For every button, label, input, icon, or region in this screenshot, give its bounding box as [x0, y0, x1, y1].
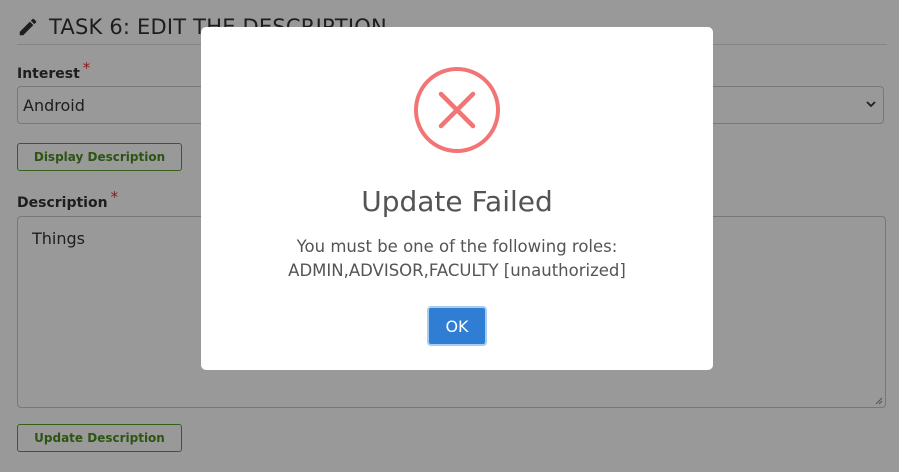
ok-button-label: OK: [445, 316, 469, 336]
page: TASK 6: EDIT THE DESCRIPTION Interest* A…: [0, 0, 899, 472]
dialog-message: You must be one of the following roles: …: [221, 235, 693, 283]
dialog-title: Update Failed: [361, 185, 553, 218]
error-dialog: Update Failed You must be one of the fol…: [201, 27, 713, 370]
dialog-message-line: You must be one of the following roles:: [296, 237, 618, 256]
ok-button[interactable]: OK: [427, 306, 487, 346]
dialog-message-line: ADMIN,ADVISOR,FACULTY [unauthorized]: [288, 261, 626, 280]
error-x-icon: [414, 67, 500, 153]
